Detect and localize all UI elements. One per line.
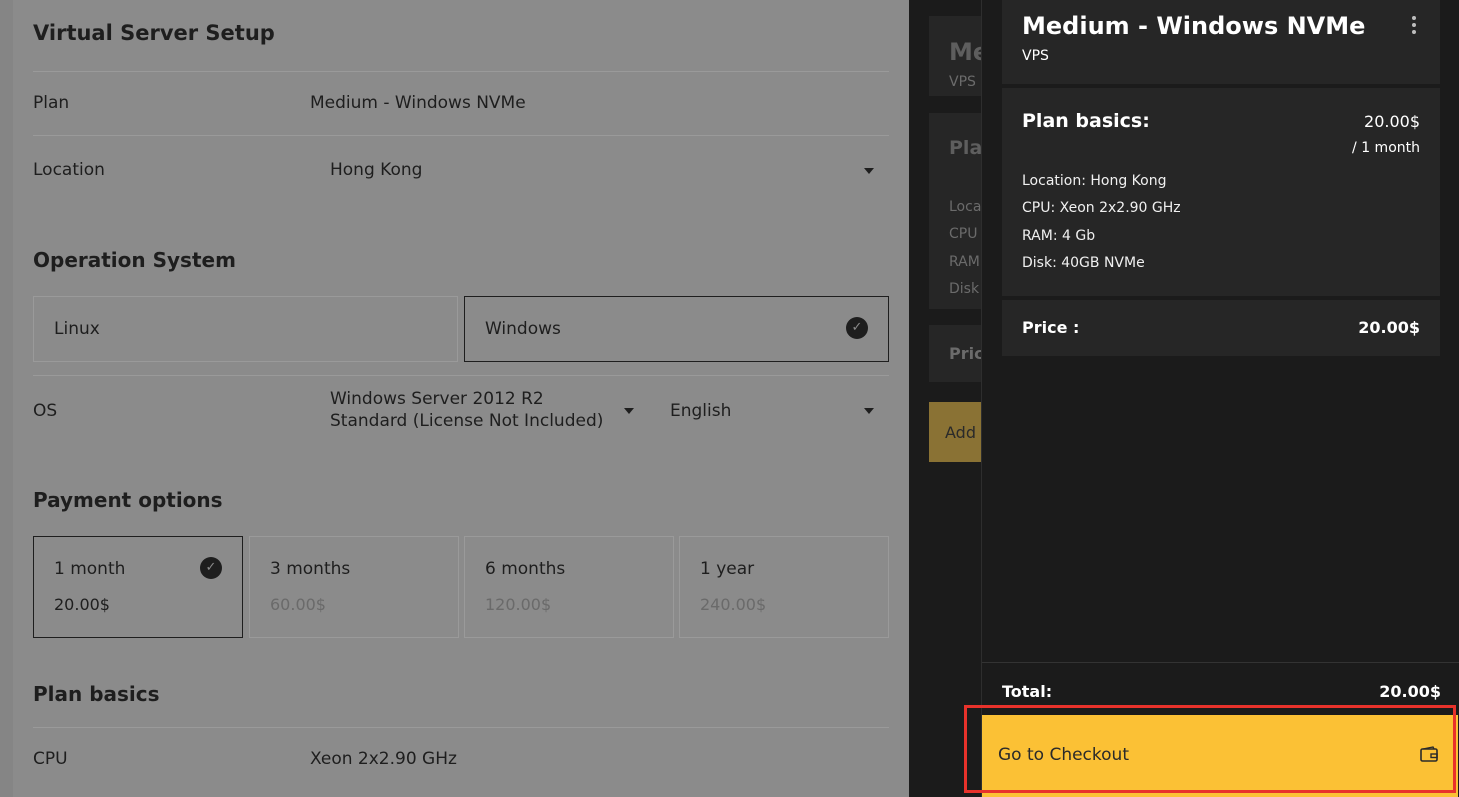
- location-select[interactable]: Hong Kong: [310, 150, 889, 192]
- os-version-line2: Standard (License Not Included): [330, 411, 604, 431]
- payment-option-1-year[interactable]: 1 year 240.00$: [679, 536, 889, 638]
- summary-spec: CPU: [949, 226, 978, 242]
- check-circle-icon: ✓: [846, 317, 868, 339]
- cart-price-card: Price : 20.00$: [1002, 300, 1440, 356]
- caret-down-icon: [864, 168, 874, 174]
- os-option-linux[interactable]: Linux: [33, 296, 458, 362]
- summary-spec: RAM: [949, 254, 980, 270]
- payment-price: 60.00$: [270, 595, 326, 614]
- divider: [33, 135, 889, 136]
- server-setup-panel: Virtual Server Setup Plan Medium - Windo…: [0, 0, 909, 797]
- summary-basics-title: Pla: [949, 137, 981, 159]
- payment-price: 120.00$: [485, 595, 552, 614]
- payment-option-3-months[interactable]: 3 months 60.00$: [249, 536, 459, 638]
- payment-term: 3 months: [270, 559, 351, 579]
- caret-down-icon: [864, 408, 874, 414]
- payment-term: 1 year: [700, 559, 755, 579]
- payment-option-6-months[interactable]: 6 months 120.00$: [464, 536, 674, 638]
- summary-type: VPS: [949, 74, 976, 90]
- payment-section-title: Payment options: [33, 488, 223, 512]
- cart-spec-ram: RAM: 4 Gb: [1022, 228, 1096, 244]
- plan-basics-title: Plan basics: [33, 682, 160, 706]
- os-option-label: Linux: [54, 319, 100, 339]
- cpu-label: CPU: [33, 749, 68, 769]
- kebab-menu-icon[interactable]: [1412, 16, 1416, 37]
- language-select[interactable]: English: [650, 388, 889, 436]
- summary-basics-card: Pla Loca CPU RAM Disk: [929, 113, 981, 309]
- divider: [33, 71, 889, 72]
- os-option-label: Windows: [485, 319, 561, 339]
- plan-value: Medium - Windows NVMe: [310, 93, 526, 113]
- add-to-cart-button: Add: [929, 402, 981, 462]
- add-button-label: Add: [945, 423, 976, 442]
- wallet-icon: [1420, 746, 1438, 762]
- summary-title: Me: [949, 38, 981, 66]
- divider: [33, 727, 889, 728]
- cart-price-label: Price :: [1022, 318, 1080, 337]
- os-version-line1: Windows Server 2012 R2: [330, 389, 544, 409]
- cart-plan-card: Medium - Windows NVMe VPS: [1002, 0, 1440, 84]
- divider: [33, 375, 889, 376]
- payment-term: 1 month: [54, 559, 126, 579]
- cart-plan-name: Medium - Windows NVMe: [1022, 12, 1366, 40]
- check-circle-icon: ✓: [200, 557, 222, 579]
- cart-plan-type: VPS: [1022, 48, 1049, 64]
- cart-spec-cpu: CPU: Xeon 2x2.90 GHz: [1022, 200, 1181, 216]
- cart-basics-period: / 1 month: [1352, 140, 1420, 156]
- summary-price-label: Pric: [949, 344, 981, 363]
- payment-price: 240.00$: [700, 595, 767, 614]
- total-value: 20.00$: [1379, 682, 1441, 701]
- summary-price-card: Pric: [929, 325, 981, 382]
- summary-card: Me VPS: [929, 16, 981, 96]
- divider: [982, 662, 1459, 663]
- checkout-label: Go to Checkout: [998, 745, 1129, 765]
- cpu-value: Xeon 2x2.90 GHz: [310, 749, 457, 769]
- os-version-select[interactable]: Windows Server 2012 R2 Standard (License…: [310, 388, 640, 436]
- cart-price-value: 20.00$: [1358, 318, 1420, 337]
- location-label: Location: [33, 160, 105, 180]
- go-to-checkout-button[interactable]: Go to Checkout: [982, 715, 1458, 797]
- cart-spec-disk: Disk: 40GB NVMe: [1022, 255, 1145, 271]
- cart-basics-card: Plan basics: 20.00$ / 1 month Location: …: [1002, 88, 1440, 296]
- cart-drawer: Medium - Windows NVMe VPS Plan basics: 2…: [981, 0, 1459, 797]
- plan-label: Plan: [33, 93, 70, 113]
- payment-term: 6 months: [485, 559, 566, 579]
- caret-down-icon: [624, 408, 634, 414]
- os-option-windows[interactable]: Windows ✓: [464, 296, 889, 362]
- payment-option-1-month[interactable]: 1 month 20.00$ ✓: [33, 536, 243, 638]
- os-section-title: Operation System: [33, 248, 236, 272]
- total-label: Total:: [1002, 682, 1053, 701]
- summary-spec: Loca: [949, 199, 981, 215]
- cart-spec-location: Location: Hong Kong: [1022, 173, 1167, 189]
- cart-basics-price: 20.00$: [1364, 112, 1420, 131]
- background-summary: Me VPS Pla Loca CPU RAM Disk Pric Add: [909, 0, 981, 797]
- payment-price: 20.00$: [54, 595, 110, 614]
- page-title: Virtual Server Setup: [33, 21, 275, 45]
- summary-spec: Disk: [949, 281, 980, 297]
- panel-edge: [0, 0, 13, 797]
- language-value: English: [670, 401, 732, 421]
- os-label: OS: [33, 401, 58, 421]
- location-value: Hong Kong: [330, 160, 423, 180]
- cart-basics-title: Plan basics:: [1022, 110, 1150, 132]
